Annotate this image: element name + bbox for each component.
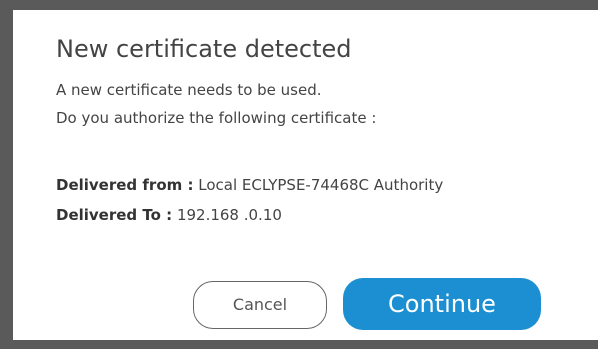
delivered-from-value: Local ECLYPSE-74468C Authority bbox=[198, 176, 444, 194]
dialog-message-line-1: A new certificate needs to be used. bbox=[56, 81, 322, 99]
delivered-to-row: Delivered To : 192.168 .0.10 bbox=[56, 206, 282, 224]
certificate-dialog: New certificate detected A new certifica… bbox=[13, 10, 598, 340]
dialog-message-line-2: Do you authorize the following certifica… bbox=[56, 109, 377, 127]
delivered-from-label: Delivered from : bbox=[56, 176, 194, 194]
delivered-to-label: Delivered To : bbox=[56, 206, 173, 224]
delivered-to-value: 192.168 .0.10 bbox=[176, 206, 282, 224]
screen-backdrop: New certificate detected A new certifica… bbox=[0, 0, 598, 349]
dialog-title: New certificate detected bbox=[56, 35, 352, 63]
continue-button[interactable]: Continue bbox=[343, 278, 541, 330]
delivered-from-row: Delivered from : Local ECLYPSE-74468C Au… bbox=[56, 176, 443, 194]
cancel-button[interactable]: Cancel bbox=[193, 281, 327, 329]
